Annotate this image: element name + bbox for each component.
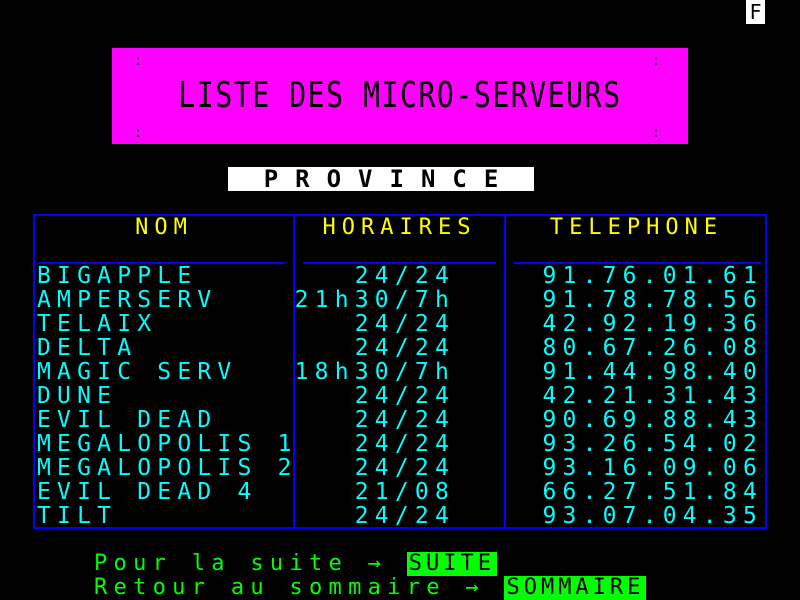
title-banner: : : : : LISTE DES MICRO-SERVEURS [112, 48, 688, 144]
table-row: DUNE 24/24 42.21.31.43 [35, 384, 765, 408]
server-hours: 18h30/7h [294, 359, 455, 385]
server-name: EVIL DEAD 4 [37, 479, 258, 505]
server-name: MEGALOPOLIS 2 [37, 455, 298, 481]
sommaire-key-button[interactable]: SOMMAIRE [504, 576, 647, 600]
server-phone: 91.78.78.56 [542, 287, 763, 313]
server-phone: 93.26.54.02 [542, 431, 763, 457]
decor-dot: : [134, 53, 143, 69]
server-name: BIGAPPLE [37, 263, 198, 289]
table-row: BIGAPPLE 24/24 91.76.01.61 [35, 264, 765, 288]
server-phone: 90.69.88.43 [542, 407, 763, 433]
table-row: EVIL DEAD 4 21/08 66.27.51.84 [35, 480, 765, 504]
server-hours: 21/08 [354, 479, 455, 505]
server-phone: 66.27.51.84 [542, 479, 763, 505]
server-name: DUNE [37, 383, 118, 409]
server-name: TILT [37, 503, 118, 529]
server-hours: 24/24 [354, 455, 455, 481]
table-row: DELTA 24/24 80.67.26.08 [35, 336, 765, 360]
server-hours: 24/24 [354, 263, 455, 289]
decor-dot: : [651, 53, 660, 69]
back-to-menu-prompt: Retour au sommaire → SOMMAIRE [94, 575, 647, 600]
server-phone: 93.16.09.06 [542, 455, 763, 481]
server-name: TELAIX [37, 311, 158, 337]
server-name: DELTA [37, 335, 138, 361]
table-row: TILT 24/24 93.07.04.35 [35, 504, 765, 528]
table-row: TELAIX 24/24 42.92.19.36 [35, 312, 765, 336]
suite-key-button[interactable]: SUITE [406, 552, 497, 576]
server-name: AMPERSERV [37, 287, 218, 313]
region-subtitle: PROVINCE [228, 167, 534, 191]
server-hours: 24/24 [354, 335, 455, 361]
next-page-text: Pour la suite → [94, 551, 388, 576]
decor-dot: : [651, 125, 660, 141]
table-row: MAGIC SERV 18h30/7h 91.44.98.40 [35, 360, 765, 384]
page-title: LISTE DES MICRO-SERVEURS [178, 75, 622, 116]
table-body: BIGAPPLE 24/24 91.76.01.61 AMPERSERV 21h… [35, 264, 765, 528]
server-hours: 24/24 [354, 383, 455, 409]
server-hours: 24/24 [354, 503, 455, 529]
server-table: NOM HORAIRES TELEPHONE BIGAPPLE 24/24 91… [33, 214, 767, 529]
header-name: NOM [135, 215, 193, 240]
server-phone: 80.67.26.08 [542, 335, 763, 361]
table-row: MEGALOPOLIS 2 24/24 93.16.09.06 [35, 456, 765, 480]
table-row: AMPERSERV 21h30/7h 91.78.78.56 [35, 288, 765, 312]
server-phone: 42.92.19.36 [542, 311, 763, 337]
page-indicator: F [746, 0, 765, 24]
server-hours: 21h30/7h [294, 287, 455, 313]
server-hours: 24/24 [354, 431, 455, 457]
header-phone: TELEPHONE [549, 215, 724, 240]
server-name: MAGIC SERV [37, 359, 238, 385]
decor-dot: : [134, 125, 143, 141]
header-hours: HORAIRES [322, 215, 477, 240]
table-row: EVIL DEAD 24/24 90.69.88.43 [35, 408, 765, 432]
next-page-prompt: Pour la suite → SUITE [94, 552, 497, 576]
server-phone: 91.44.98.40 [542, 359, 763, 385]
server-hours: 24/24 [354, 407, 455, 433]
server-phone: 42.21.31.43 [542, 383, 763, 409]
server-hours: 24/24 [354, 311, 455, 337]
server-phone: 91.76.01.61 [542, 263, 763, 289]
server-name: EVIL DEAD [37, 407, 218, 433]
table-row: MEGALOPOLIS 1 24/24 93.26.54.02 [35, 432, 765, 456]
back-to-menu-text: Retour au sommaire → [94, 575, 485, 600]
server-phone: 93.07.04.35 [542, 503, 763, 529]
server-name: MEGALOPOLIS 1 [37, 431, 298, 457]
